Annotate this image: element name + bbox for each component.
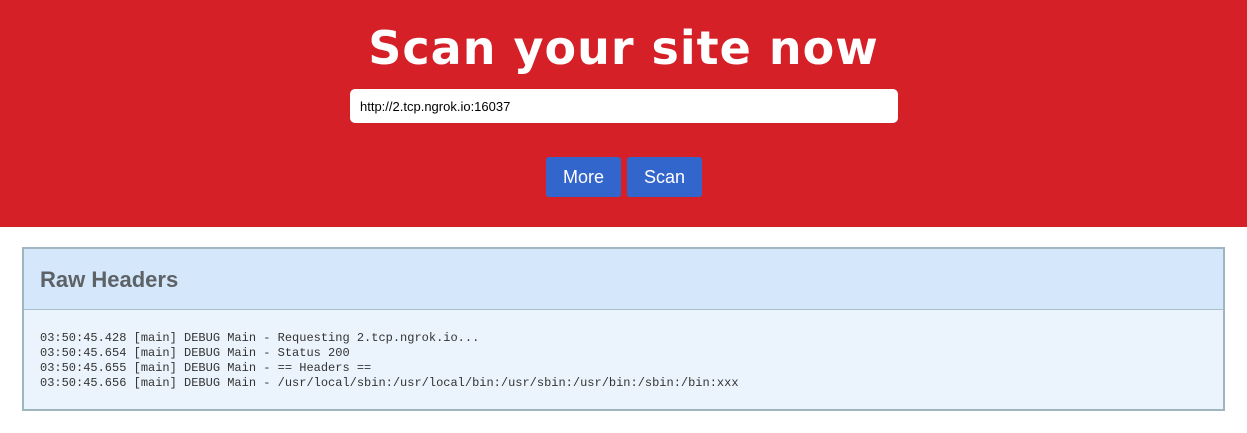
url-input[interactable] xyxy=(350,89,898,123)
log-line: 03:50:45.656 [main] DEBUG Main - /usr/lo… xyxy=(40,376,739,390)
hero-banner: Scan your site now More Scan xyxy=(0,0,1247,227)
log-output: 03:50:45.428 [main] DEBUG Main - Request… xyxy=(40,331,739,391)
log-line: 03:50:45.654 [main] DEBUG Main - Status … xyxy=(40,346,350,360)
more-button[interactable]: More xyxy=(546,157,621,197)
panel-header: Raw Headers xyxy=(24,249,1223,310)
log-line: 03:50:45.428 [main] DEBUG Main - Request… xyxy=(40,331,480,345)
log-line: 03:50:45.655 [main] DEBUG Main - == Head… xyxy=(40,361,372,375)
raw-headers-panel: Raw Headers 03:50:45.428 [main] DEBUG Ma… xyxy=(22,247,1225,411)
panel-title: Raw Headers xyxy=(40,267,179,292)
scan-button[interactable]: Scan xyxy=(627,157,702,197)
page-title: Scan your site now xyxy=(368,21,879,75)
